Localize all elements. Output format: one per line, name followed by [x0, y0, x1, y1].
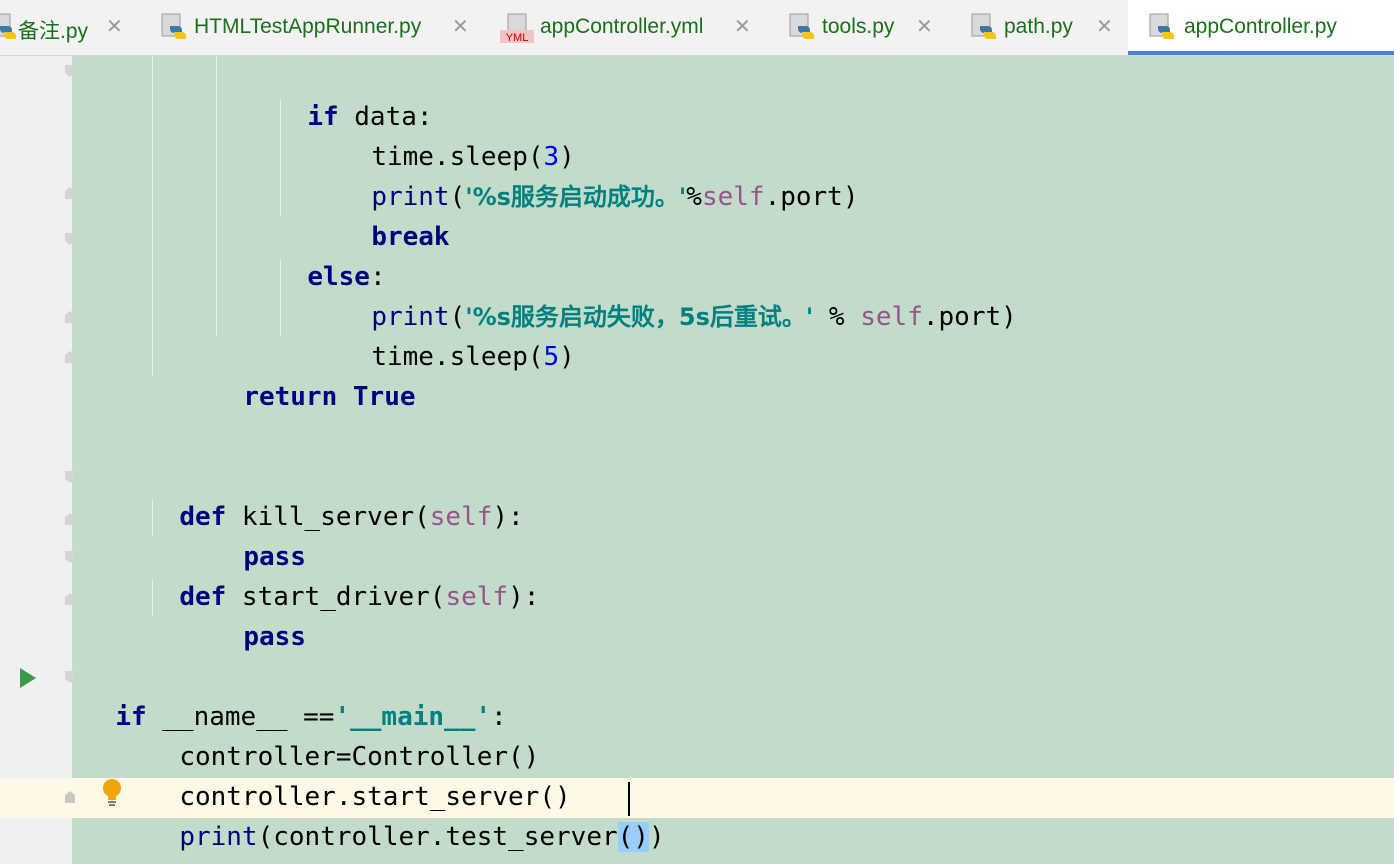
fold-marker-icon[interactable]	[64, 310, 76, 324]
fold-marker-icon[interactable]	[64, 232, 76, 246]
tab-htmltestapprunner[interactable]: HTMLTestAppRunner.py ✕	[156, 0, 486, 55]
keyword: pass	[243, 622, 306, 652]
python-file-icon	[789, 13, 814, 39]
fold-marker-icon[interactable]	[64, 670, 76, 684]
keyword: if	[115, 702, 147, 732]
yml-badge: YML	[506, 32, 529, 44]
code-text: (	[449, 182, 466, 212]
self-keyword: self	[701, 182, 765, 212]
close-icon[interactable]: ✕	[1096, 14, 1113, 38]
code-text: ):	[492, 502, 524, 532]
tab-label: appController.yml	[540, 15, 704, 38]
code-line-10: pass	[212, 497, 306, 572]
tab-appcontroller-py[interactable]: appController.py	[1128, 0, 1394, 55]
code-line-12: pass	[212, 577, 306, 652]
builtin-function: print	[179, 822, 258, 852]
active-tab-indicator	[1128, 51, 1394, 55]
code-line-4: break	[340, 177, 449, 252]
code-line-1: if data:	[276, 57, 432, 132]
self-keyword: self	[429, 502, 493, 532]
code-line-7: time.sleep(5)	[340, 297, 575, 372]
run-icon[interactable]	[20, 668, 36, 688]
editor-tab-bar: 备注.py ✕ HTMLTestAppRunner.py ✕ YML appCo…	[0, 0, 1394, 56]
code-line-9: def kill_server(self):	[148, 457, 523, 532]
python-file-icon	[971, 13, 996, 39]
indent-guide	[216, 56, 217, 336]
code-line-15: controller.start_server()	[148, 737, 570, 812]
code-text: )	[559, 342, 575, 372]
editor-gutter	[0, 56, 72, 864]
python-file-icon	[0, 13, 16, 39]
fold-marker-icon[interactable]	[64, 512, 76, 526]
code-line-14: controller=Controller()	[148, 697, 539, 772]
python-file-icon	[1149, 13, 1174, 39]
code-text: .port)	[922, 302, 1017, 332]
yml-file-icon: YML	[500, 13, 534, 44]
tab-path[interactable]: path.py ✕	[968, 0, 1120, 55]
matched-brackets: ()	[617, 822, 649, 852]
number-literal: 5	[543, 342, 560, 372]
tab-beizhu[interactable]: 备注.py ✕	[0, 0, 140, 55]
fold-marker-icon[interactable]	[64, 186, 76, 200]
tab-tools[interactable]: tools.py ✕	[786, 0, 952, 55]
keyword: True	[352, 382, 416, 412]
code-line-2: time.sleep(3)	[340, 97, 575, 172]
fold-marker-icon[interactable]	[64, 592, 76, 606]
code-text: %	[813, 302, 861, 332]
fold-marker-icon[interactable]	[64, 790, 76, 804]
code-text: ):	[508, 582, 540, 612]
keyword: return	[243, 382, 338, 412]
close-icon[interactable]: ✕	[452, 14, 469, 38]
tab-label: HTMLTestAppRunner.py	[194, 15, 422, 38]
code-line-13: if __name__ =='__main__':	[84, 657, 506, 732]
python-file-icon	[161, 13, 186, 39]
tab-appcontroller-yml[interactable]: YML appController.yml ✕	[498, 0, 770, 55]
code-line-11: def start_driver(self):	[148, 537, 539, 612]
tab-label: tools.py	[822, 15, 895, 38]
current-line-gutter	[0, 778, 72, 818]
code-text: .port)	[764, 182, 859, 212]
indent-guide	[152, 56, 153, 376]
code-text: )	[648, 822, 665, 852]
fold-marker-icon[interactable]	[64, 64, 76, 78]
tab-label: appController.py	[1184, 15, 1337, 38]
tab-label: 备注.py	[18, 20, 89, 43]
code-line-16: print(controller.test_server())	[148, 777, 665, 852]
fold-marker-icon[interactable]	[64, 470, 76, 484]
tab-label: path.py	[1004, 15, 1073, 38]
code-text: %	[686, 182, 702, 212]
code-line-3: print('%s服务启动成功。'%self.port)	[340, 137, 858, 212]
code-line-8: return True	[212, 337, 415, 412]
code-text: (controller.test_server	[257, 822, 618, 852]
code-line-6: print('%s服务启动失败，5s后重试。' % self.port)	[340, 257, 1016, 332]
close-icon[interactable]: ✕	[106, 14, 123, 38]
fold-marker-icon[interactable]	[64, 550, 76, 564]
fold-marker-icon[interactable]	[64, 350, 76, 364]
self-keyword: self	[860, 302, 923, 332]
code-line-5: else:	[276, 217, 385, 292]
string-literal: '%s服务启动成功。'	[465, 183, 687, 211]
close-icon[interactable]: ✕	[734, 14, 751, 38]
self-keyword: self	[445, 582, 509, 612]
lightbulb-icon[interactable]	[100, 778, 124, 808]
keyword: if	[307, 102, 339, 132]
close-icon[interactable]: ✕	[916, 14, 933, 38]
